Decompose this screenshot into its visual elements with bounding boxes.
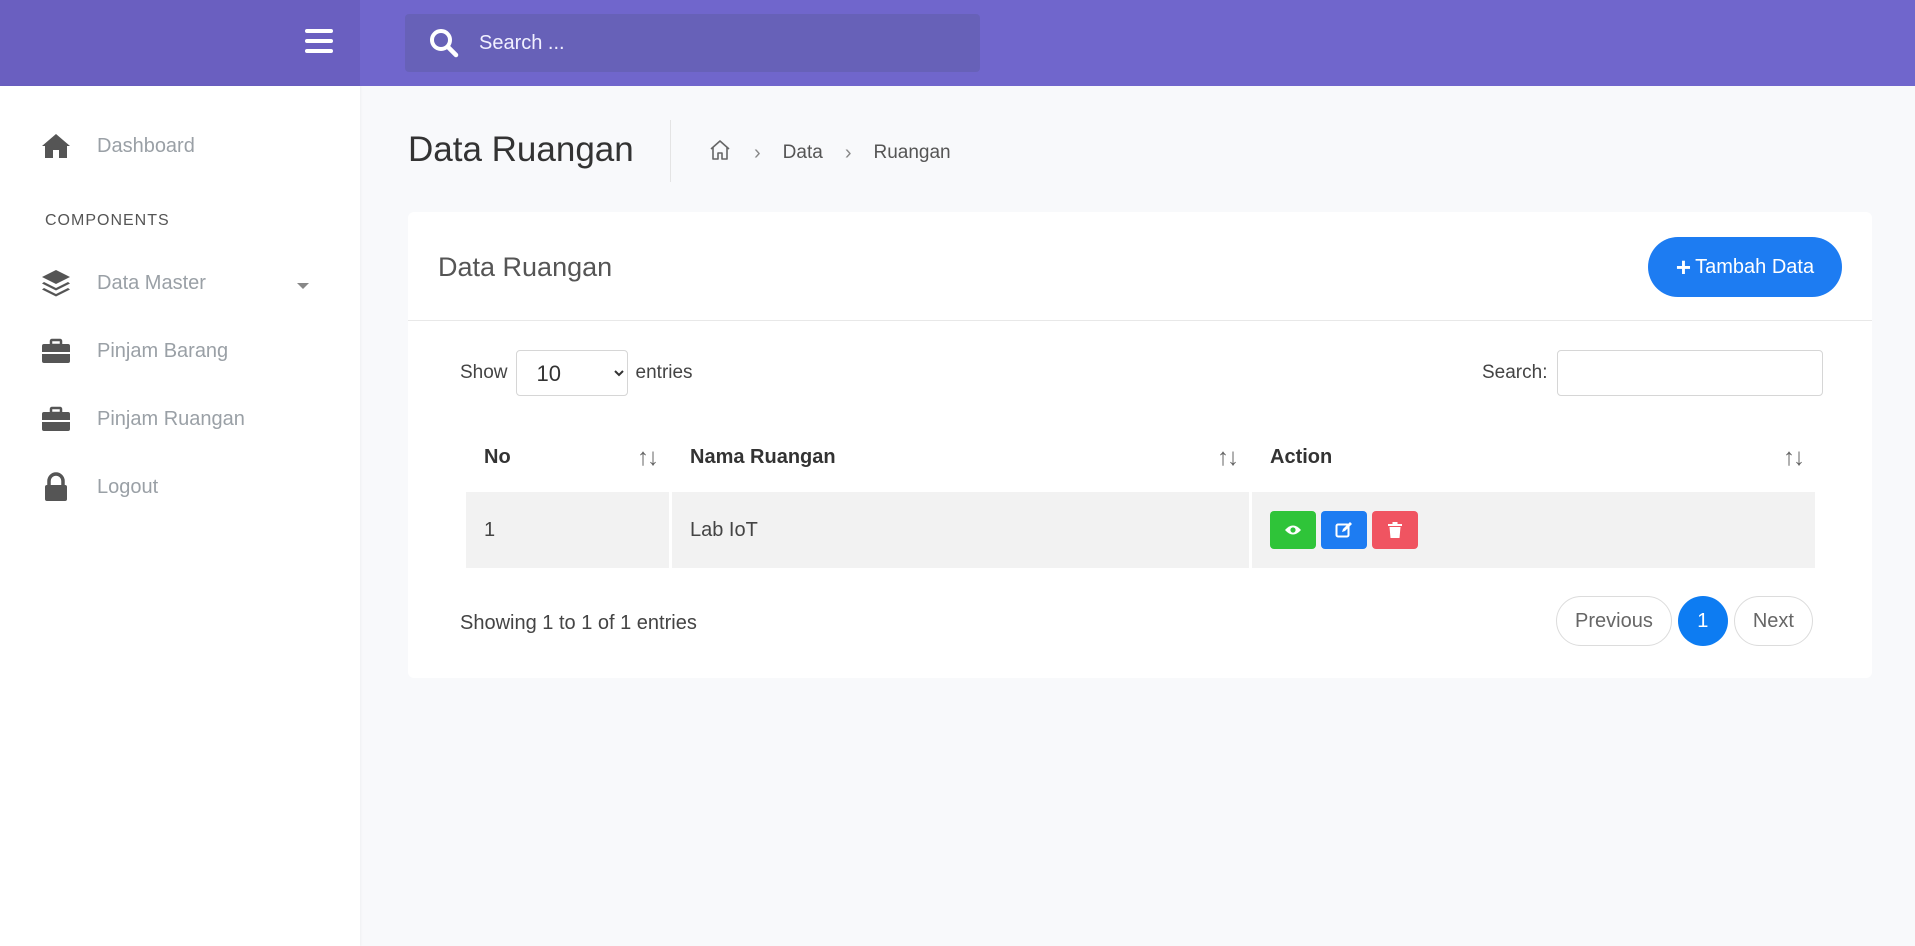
briefcase-icon: [40, 403, 72, 435]
global-search-input[interactable]: [479, 31, 959, 55]
column-header-no[interactable]: No ↑↓: [466, 422, 669, 492]
sort-icon: ↑↓: [637, 444, 659, 471]
lock-icon: [40, 471, 72, 503]
chevron-right-icon: ›: [844, 141, 852, 164]
column-header-nama-ruangan[interactable]: Nama Ruangan ↑↓: [672, 422, 1249, 492]
home-icon: [40, 130, 72, 162]
brand-area: [0, 0, 360, 86]
breadcrumb: › Data › Ruangan: [708, 138, 951, 168]
sidebar-item-pinjam-barang[interactable]: Pinjam Barang: [40, 331, 228, 371]
page-title: Data Ruangan: [408, 130, 634, 169]
card-divider: [408, 320, 1872, 321]
home-icon[interactable]: [708, 138, 732, 168]
table-info: Showing 1 to 1 of 1 entries: [460, 612, 697, 634]
column-header-action[interactable]: Action ↑↓: [1252, 422, 1815, 492]
header-divider: [670, 120, 671, 182]
plus-icon: +: [1675, 252, 1692, 282]
page-1-button[interactable]: 1: [1677, 596, 1728, 646]
breadcrumb-item-ruangan: Ruangan: [873, 142, 951, 163]
next-page-button[interactable]: Next: [1733, 596, 1813, 646]
cell-nama-ruangan: Lab IoT: [672, 492, 1249, 568]
sort-icon: ↑↓: [1783, 444, 1805, 471]
delete-button[interactable]: [1372, 511, 1418, 549]
hamburger-icon[interactable]: [305, 29, 333, 55]
search-icon: [429, 28, 459, 58]
sidebar-item-label: Dashboard: [97, 134, 195, 157]
data-card: Data Ruangan + Tambah Data Show 10 entri…: [408, 212, 1872, 678]
column-header-label: No: [484, 445, 511, 468]
entries-select[interactable]: 10: [515, 350, 628, 396]
table-search-label: Search:: [1482, 362, 1548, 383]
cell-action: [1252, 492, 1815, 568]
column-header-label: Action: [1270, 445, 1333, 468]
sort-icon: ↑↓: [1217, 444, 1239, 471]
length-prefix: Show: [460, 362, 508, 383]
add-data-label: Tambah Data: [1695, 255, 1815, 278]
previous-page-button[interactable]: Previous: [1556, 596, 1672, 646]
pagination: Previous 1 Next: [1556, 596, 1813, 646]
sidebar-item-label: Pinjam Barang: [97, 339, 229, 362]
top-bar: [0, 0, 1915, 86]
data-table: No ↑↓ Nama Ruangan ↑↓ Action ↑↓ 1 Lab Io…: [463, 422, 1818, 568]
table-row: 1 Lab IoT: [466, 492, 1815, 568]
edit-icon: [1335, 522, 1352, 538]
sidebar-item-label: Pinjam Ruangan: [97, 407, 245, 430]
sidebar-item-label: Data Master: [97, 271, 206, 294]
sidebar: Dashboard COMPONENTS Data Master Pinjam …: [0, 86, 360, 946]
length-suffix: entries: [635, 362, 693, 383]
chevron-right-icon: ›: [754, 141, 761, 164]
chevron-down-icon[interactable]: [297, 283, 309, 289]
add-data-button[interactable]: + Tambah Data: [1648, 237, 1842, 297]
briefcase-icon: [40, 335, 72, 367]
sidebar-item-pinjam-ruangan[interactable]: Pinjam Ruangan: [40, 399, 245, 439]
entries-length-control: Show 10 entries: [460, 350, 693, 396]
view-button[interactable]: [1270, 511, 1316, 549]
layers-icon: [40, 267, 72, 299]
global-search[interactable]: [405, 14, 980, 72]
trash-icon: [1388, 522, 1402, 538]
sidebar-item-data-master[interactable]: Data Master: [40, 263, 206, 303]
table-search: Search:: [1482, 350, 1824, 396]
table-search-input[interactable]: [1557, 350, 1824, 396]
sidebar-item-dashboard[interactable]: Dashboard: [40, 126, 195, 166]
column-header-label: Nama Ruangan: [690, 445, 836, 468]
sidebar-section-heading: COMPONENTS: [45, 212, 170, 229]
edit-button[interactable]: [1321, 511, 1367, 549]
cell-no: 1: [466, 492, 669, 568]
card-title: Data Ruangan: [438, 252, 613, 282]
eye-icon: [1285, 525, 1301, 535]
sidebar-item-label: Logout: [97, 475, 159, 498]
sidebar-item-logout[interactable]: Logout: [40, 467, 158, 507]
breadcrumb-item-data[interactable]: Data: [783, 142, 823, 164]
